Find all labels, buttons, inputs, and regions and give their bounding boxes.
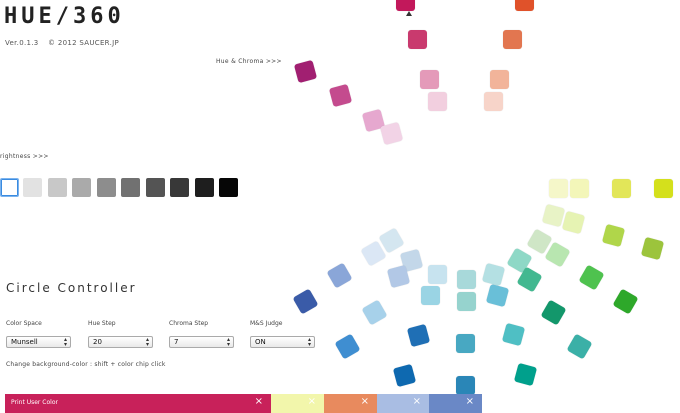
- copyright-text: © 2012 SAUCER.JP: [48, 39, 119, 47]
- close-icon[interactable]: ×: [466, 396, 474, 408]
- color-chip[interactable]: [485, 283, 510, 308]
- hue-step-select[interactable]: 20 ▴ ▾: [88, 336, 153, 348]
- color-chip[interactable]: [334, 333, 361, 360]
- user-color-slot-2[interactable]: ×: [271, 394, 324, 413]
- version-text: Ver.0.1.3: [5, 39, 39, 47]
- color-chip[interactable]: [406, 323, 431, 348]
- circle-controller-title: Circle Controller: [6, 281, 137, 295]
- color-chip[interactable]: [428, 265, 447, 284]
- color-chip[interactable]: [566, 333, 593, 360]
- close-icon[interactable]: ×: [255, 396, 263, 408]
- color-chip[interactable]: [612, 288, 639, 315]
- color-chip[interactable]: [456, 376, 475, 395]
- color-chip[interactable]: [640, 236, 665, 261]
- color-chip[interactable]: [549, 179, 568, 198]
- brightness-chip[interactable]: [48, 178, 67, 197]
- color-chip[interactable]: [654, 179, 673, 198]
- color-chip[interactable]: [457, 270, 476, 289]
- brightness-chip[interactable]: [72, 178, 91, 197]
- color-chip[interactable]: [420, 70, 439, 89]
- hue-step-label: Hue Step: [88, 320, 116, 327]
- color-chip[interactable]: [421, 286, 440, 305]
- color-chip[interactable]: [392, 363, 417, 388]
- color-chip[interactable]: [490, 70, 509, 89]
- select-arrows-icon: ▴ ▾: [226, 336, 230, 348]
- ms-judge-value: ON: [255, 338, 266, 346]
- user-color-slot-1[interactable]: Print User Color ×: [5, 394, 271, 413]
- color-chip[interactable]: [328, 83, 353, 108]
- chroma-step-label: Chroma Step: [169, 320, 209, 327]
- brightness-chip[interactable]: [97, 178, 116, 197]
- color-chip[interactable]: [396, 0, 415, 11]
- color-chip[interactable]: [379, 121, 404, 146]
- brightness-chip[interactable]: [195, 178, 214, 197]
- color-chip[interactable]: [601, 223, 626, 248]
- color-chip[interactable]: [484, 92, 503, 111]
- hue-step-value: 20: [93, 338, 102, 346]
- select-arrows-icon: ▴ ▾: [307, 336, 311, 348]
- color-chip[interactable]: [541, 203, 566, 228]
- ms-judge-select[interactable]: ON ▴ ▾: [250, 336, 315, 348]
- color-chip[interactable]: [578, 264, 605, 291]
- color-space-select[interactable]: Munsell ▴ ▾: [6, 336, 71, 348]
- color-space-label: Color Space: [6, 320, 42, 327]
- color-chip[interactable]: [293, 59, 318, 84]
- color-chip[interactable]: [540, 299, 567, 326]
- color-chip[interactable]: [561, 210, 586, 235]
- color-chip[interactable]: [292, 288, 319, 315]
- chroma-step-select[interactable]: 7 ▴ ▾: [169, 336, 234, 348]
- color-chip[interactable]: [612, 179, 631, 198]
- color-chip[interactable]: [503, 30, 522, 49]
- brightness-link[interactable]: rightness >>>: [0, 153, 49, 160]
- hue-chroma-link[interactable]: Hue & Chroma >>>: [216, 58, 282, 65]
- color-chip[interactable]: [513, 362, 538, 387]
- hue-pointer-icon: [406, 11, 412, 16]
- color-chip[interactable]: [481, 262, 506, 287]
- color-chip[interactable]: [515, 0, 534, 11]
- app-logo: HUE/360: [4, 4, 125, 29]
- brightness-chip[interactable]: [219, 178, 238, 197]
- background-hint: Change background-color : shift + color …: [6, 361, 166, 368]
- user-color-slot-5[interactable]: ×: [429, 394, 482, 413]
- color-chip[interactable]: [428, 92, 447, 111]
- chroma-step-value: 7: [174, 338, 179, 346]
- select-arrows-icon: ▴ ▾: [145, 336, 149, 348]
- color-chip[interactable]: [457, 292, 476, 311]
- user-color-slot-3[interactable]: ×: [324, 394, 377, 413]
- print-user-color-label: Print User Color: [11, 399, 58, 406]
- color-chip[interactable]: [570, 179, 589, 198]
- color-chip[interactable]: [501, 322, 526, 347]
- color-chip[interactable]: [326, 262, 353, 289]
- brightness-chip[interactable]: [121, 178, 140, 197]
- close-icon[interactable]: ×: [413, 396, 421, 408]
- color-chip[interactable]: [456, 334, 475, 353]
- select-arrows-icon: ▴ ▾: [63, 336, 67, 348]
- close-icon[interactable]: ×: [308, 396, 316, 408]
- close-icon[interactable]: ×: [361, 396, 369, 408]
- brightness-chip[interactable]: [23, 178, 42, 197]
- brightness-chip[interactable]: [170, 178, 189, 197]
- brightness-chip[interactable]: [0, 178, 19, 197]
- user-color-slot-4[interactable]: ×: [377, 394, 429, 413]
- color-chip[interactable]: [544, 241, 571, 268]
- ms-judge-label: M&S Judge: [250, 320, 283, 327]
- brightness-chip[interactable]: [146, 178, 165, 197]
- color-chip[interactable]: [361, 299, 388, 326]
- color-chip[interactable]: [408, 30, 427, 49]
- color-space-value: Munsell: [11, 338, 38, 346]
